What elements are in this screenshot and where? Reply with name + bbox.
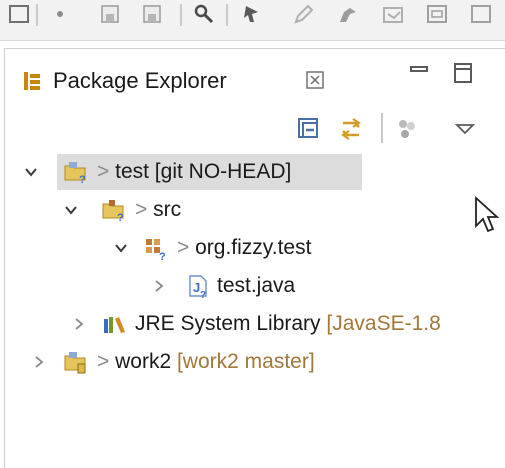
window-icon[interactable] [468, 2, 496, 26]
toolbar-separator [180, 4, 182, 26]
tree-item-label: test.java [217, 271, 295, 301]
project-icon: ? [64, 162, 86, 185]
package-explorer-view: Package Explorer ? > test [git NO-HEAD] … [4, 48, 505, 468]
folder-name: src [153, 198, 182, 221]
git-branch: [work2 master] [171, 350, 315, 373]
chevron-down-icon[interactable] [23, 164, 39, 180]
save-all-icon[interactable] [140, 2, 168, 26]
close-icon[interactable] [305, 70, 325, 90]
save-all-icon[interactable] [98, 2, 126, 26]
search-icon[interactable] [190, 2, 218, 26]
package-icon: ? [146, 239, 166, 261]
package-explorer-icon [24, 72, 40, 90]
tree-item-label: > org.fizzy.test [177, 233, 311, 263]
chevron-right-icon[interactable] [151, 278, 167, 294]
view-toolbar [5, 105, 505, 151]
tree-item-src[interactable]: ? > src [5, 191, 505, 229]
tree-item-label: > src [135, 195, 181, 225]
svg-text:?: ? [200, 290, 206, 299]
tree-item-test-java[interactable]: J ? test.java [5, 267, 505, 305]
project-name: work2 [115, 350, 172, 373]
tree-item-package[interactable]: ? > org.fizzy.test [5, 229, 505, 267]
chevron-right-icon[interactable] [71, 316, 87, 332]
project-icon [64, 352, 86, 374]
tree-item-label: JRE System Library [JavaSE-1.8 [135, 309, 441, 339]
package-name: org.fizzy.test [195, 236, 312, 259]
new-file-icon[interactable] [6, 2, 34, 26]
git-decorator: > [135, 198, 154, 221]
git-decorator: > [97, 160, 116, 183]
tab-title: Package Explorer [53, 68, 227, 93]
pen-icon[interactable] [290, 2, 318, 26]
svg-text:?: ? [117, 212, 124, 223]
tree-item-test[interactable]: ? > test [git NO-HEAD] [5, 153, 505, 191]
svg-text:?: ? [79, 174, 86, 185]
tab-package-explorer[interactable]: Package Explorer [9, 55, 331, 103]
run-icon[interactable] [238, 2, 266, 26]
minimize-icon[interactable] [407, 61, 431, 85]
library-icon [104, 317, 125, 333]
file-name: test.java [217, 274, 296, 297]
source-folder-icon: ? [102, 200, 124, 223]
library-name: JRE System Library [135, 312, 321, 335]
window-icon[interactable] [424, 2, 452, 26]
link-with-editor-icon[interactable] [337, 115, 365, 143]
chevron-right-icon[interactable] [31, 354, 47, 370]
project-name: test [115, 160, 149, 183]
mouse-cursor-icon [475, 196, 500, 233]
svg-text:?: ? [159, 251, 166, 261]
chevron-down-icon[interactable] [63, 202, 79, 218]
git-status: [git NO-HEAD] [148, 160, 292, 183]
main-toolbar [0, 0, 505, 41]
tree-item-label: > test [git NO-HEAD] [97, 157, 291, 187]
toolbar-separator [381, 113, 383, 143]
git-decorator: > [97, 350, 116, 373]
tree-item-label: > work2 [work2 master] [97, 347, 315, 377]
git-decorator: > [177, 236, 196, 259]
view-menu-icon[interactable] [451, 115, 479, 143]
toolbar-separator [226, 4, 228, 26]
maximize-icon[interactable] [451, 61, 475, 85]
tree-item-work2[interactable]: > work2 [work2 master] [5, 343, 505, 381]
debug-icon[interactable] [334, 2, 362, 26]
java-file-icon: J ? [189, 275, 207, 299]
tree-item-jre-library[interactable]: JRE System Library [JavaSE-1.8 [5, 305, 505, 343]
open-type-icon[interactable] [50, 2, 78, 26]
open-perspective-icon[interactable] [380, 2, 408, 26]
chevron-down-icon[interactable] [113, 240, 129, 256]
focus-icon[interactable] [393, 115, 421, 143]
collapse-all-icon[interactable] [295, 115, 323, 143]
toolbar-separator [36, 4, 38, 26]
view-tab-bar: Package Explorer [5, 49, 505, 105]
library-version: [JavaSE-1.8 [320, 312, 441, 335]
